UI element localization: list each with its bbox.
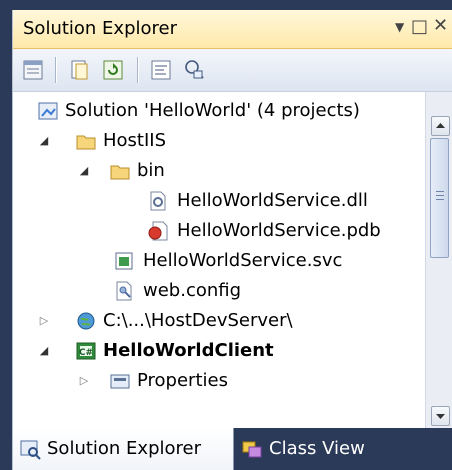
collapsed-arrow-icon[interactable]: ▷ bbox=[37, 306, 51, 336]
tree-item-web-config[interactable]: web.config bbox=[13, 276, 425, 306]
tree-item-bin[interactable]: ◢ bin bbox=[13, 156, 425, 186]
tree-item-hostdevserver[interactable]: ▷ C:\...\HostDevServer\ bbox=[13, 306, 425, 336]
folder-icon bbox=[110, 165, 130, 180]
tree-item-label: Solution 'HelloWorld' (4 projects) bbox=[65, 100, 360, 121]
expanded-arrow-icon[interactable]: ◢ bbox=[37, 336, 51, 366]
tree-item-label: bin bbox=[137, 160, 165, 181]
svc-file-icon bbox=[115, 252, 133, 270]
scroll-thumb[interactable] bbox=[430, 138, 449, 258]
properties-folder-icon bbox=[110, 374, 130, 389]
tree-item-hostiis[interactable]: ◢ HostIIS bbox=[13, 126, 425, 156]
panel-title: Solution Explorer bbox=[23, 18, 177, 39]
csharp-project-icon: C# bbox=[76, 342, 96, 360]
bottom-tab-strip: Solution Explorer Class View bbox=[13, 428, 452, 470]
vertical-scrollbar[interactable] bbox=[425, 92, 452, 428]
scroll-down-button[interactable] bbox=[431, 406, 450, 426]
window-position-dropdown-icon[interactable]: ▼ bbox=[395, 20, 404, 34]
tree-item-dll[interactable]: HelloWorldService.dll bbox=[13, 186, 425, 216]
expanded-arrow-icon[interactable]: ◢ bbox=[77, 156, 91, 186]
toolbar bbox=[13, 49, 452, 92]
dll-file-icon bbox=[150, 191, 166, 211]
properties-icon[interactable] bbox=[21, 58, 45, 82]
pdb-file-icon bbox=[148, 221, 168, 241]
tree-item-label: C:\...\HostDevServer\ bbox=[103, 310, 293, 331]
tab-solution-explorer[interactable]: Solution Explorer bbox=[13, 428, 234, 470]
solution-explorer-window: Solution Explorer ▼ □ ✕ Solution 'HelloW… bbox=[0, 0, 452, 470]
config-file-icon bbox=[116, 281, 132, 301]
folder-icon bbox=[76, 135, 96, 150]
tool-window-frame: Solution Explorer ▼ □ ✕ Solution 'HelloW… bbox=[12, 10, 452, 470]
tree-item-helloworldclient[interactable]: ◢ C# HelloWorldClient bbox=[13, 336, 425, 366]
toolbar-separator bbox=[55, 57, 57, 83]
tree-item-label: web.config bbox=[143, 280, 242, 301]
expanded-arrow-icon[interactable]: ◢ bbox=[37, 126, 51, 156]
tree-item-label: HelloWorldService.svc bbox=[143, 250, 343, 271]
tree-item-properties[interactable]: ▷ Properties bbox=[13, 366, 425, 396]
view-code-icon[interactable] bbox=[149, 58, 173, 82]
tab-label: Solution Explorer bbox=[47, 438, 201, 459]
solution-explorer-icon bbox=[20, 440, 41, 460]
tree-item-label: HostIIS bbox=[103, 130, 167, 151]
close-icon[interactable]: ✕ bbox=[433, 15, 448, 36]
toolbar-separator bbox=[137, 57, 139, 83]
tree-item-label: Properties bbox=[137, 370, 228, 391]
thumb-grip bbox=[436, 191, 444, 192]
tab-label: Class View bbox=[269, 438, 365, 459]
chevron-down-icon bbox=[436, 414, 445, 419]
class-view-icon bbox=[242, 441, 262, 458]
view-class-diagram-icon[interactable] bbox=[183, 58, 207, 82]
tab-class-view[interactable]: Class View bbox=[235, 428, 452, 470]
tree-item-label: HelloWorldClient bbox=[103, 340, 274, 361]
tree-item-svc[interactable]: HelloWorldService.svc bbox=[13, 246, 425, 276]
web-project-icon bbox=[77, 312, 95, 330]
thumb-grip bbox=[436, 199, 444, 200]
show-all-files-icon[interactable] bbox=[67, 58, 91, 82]
thumb-grip bbox=[436, 195, 444, 196]
tree-item-pdb[interactable]: HelloWorldService.pdb bbox=[13, 216, 425, 246]
solution-tree[interactable]: Solution 'HelloWorld' (4 projects) ◢ Hos… bbox=[13, 92, 425, 428]
chevron-up-icon bbox=[436, 123, 445, 128]
scroll-up-button[interactable] bbox=[431, 116, 450, 136]
refresh-icon[interactable] bbox=[101, 58, 125, 82]
tree-item-solution[interactable]: Solution 'HelloWorld' (4 projects) bbox=[13, 96, 425, 126]
collapsed-arrow-icon[interactable]: ▷ bbox=[77, 366, 91, 396]
title-bar[interactable]: Solution Explorer ▼ □ ✕ bbox=[13, 10, 452, 49]
maximize-icon[interactable]: □ bbox=[411, 16, 428, 37]
tree-item-label: HelloWorldService.dll bbox=[177, 190, 368, 211]
tree-item-label: HelloWorldService.pdb bbox=[177, 220, 381, 241]
svg-text:C#: C# bbox=[79, 348, 93, 358]
solution-icon bbox=[38, 102, 58, 120]
